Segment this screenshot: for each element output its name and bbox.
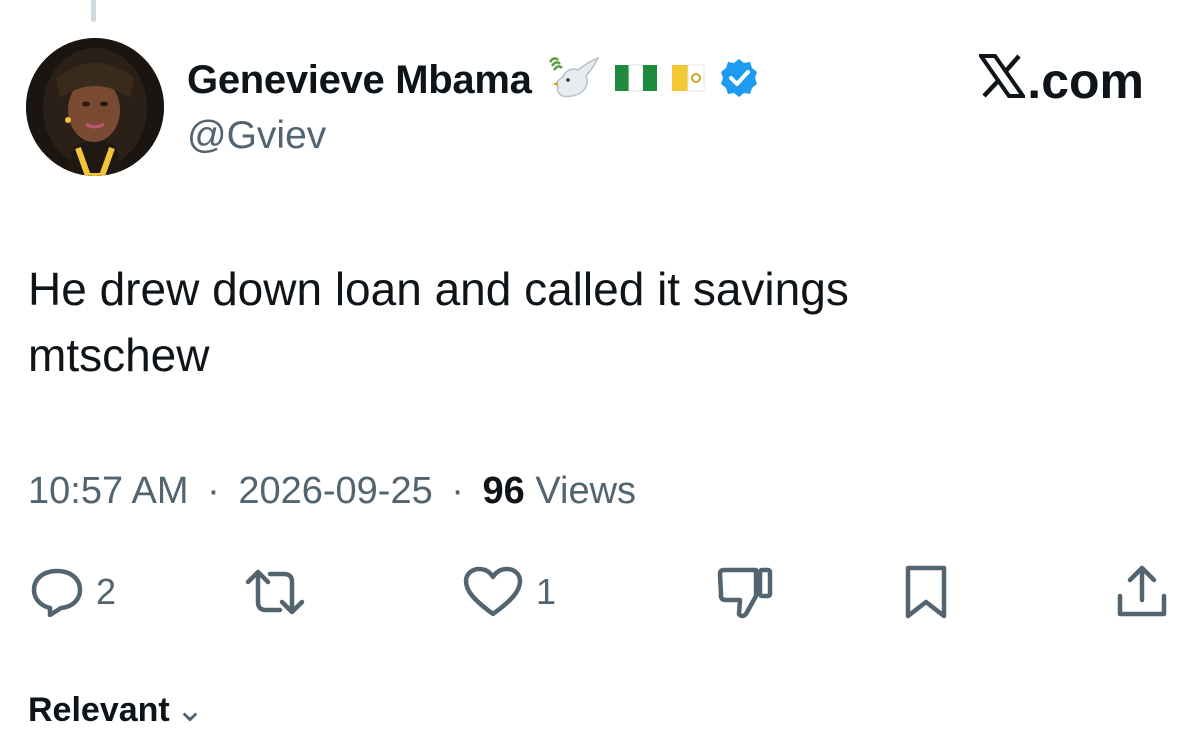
bookmark-icon: [902, 564, 950, 620]
vatican-flag-emoji: [670, 62, 706, 99]
like-count: 1: [536, 571, 557, 612]
reply-icon: [30, 567, 84, 617]
author-display-name[interactable]: Genevieve Mbama: [187, 58, 532, 103]
bookmark-button[interactable]: [902, 560, 950, 624]
views-label: Views: [535, 470, 637, 512]
meta-separator: ·: [207, 470, 220, 512]
like-button[interactable]: 1: [462, 560, 556, 624]
sort-label: Relevant: [28, 691, 170, 729]
dislike-button[interactable]: [716, 560, 774, 624]
replies-sort-dropdown[interactable]: Relevant ⌄: [28, 690, 204, 730]
tweet-action-bar: 2 1: [0, 560, 1200, 624]
share-icon: [1114, 564, 1170, 620]
tweet-date[interactable]: 2026-09-25: [238, 470, 432, 512]
dove-emoji: [544, 52, 602, 109]
heart-icon: [462, 566, 524, 618]
tweet-text: He drew down loan and called it savings …: [28, 256, 1168, 388]
thumbs-down-icon: [716, 564, 774, 620]
brand-domain: .com: [1027, 53, 1144, 109]
share-button[interactable]: [1114, 560, 1170, 624]
thread-connector-line: [91, 0, 96, 22]
verified-badge-icon[interactable]: [718, 57, 760, 104]
views-count: 96: [482, 470, 525, 512]
author-handle[interactable]: @Gviev: [187, 114, 326, 158]
repost-icon: [244, 566, 306, 618]
avatar-image: [26, 38, 164, 176]
brand-watermark: .com: [977, 52, 1144, 110]
tweet-text-line: mtschew: [28, 329, 210, 381]
tweet-meta: 10:57 AM · 2026-09-25 · 96 Views: [28, 470, 636, 513]
reply-count: 2: [96, 571, 117, 612]
tweet-time[interactable]: 10:57 AM: [28, 470, 189, 512]
nigeria-flag-emoji: [614, 62, 658, 99]
repost-button[interactable]: [244, 560, 306, 624]
avatar[interactable]: [26, 38, 164, 176]
x-logo-icon: [977, 52, 1028, 110]
reply-button[interactable]: 2: [30, 560, 116, 624]
tweet-text-line: He drew down loan and called it savings: [28, 263, 849, 315]
author-name-row: Genevieve Mbama: [187, 54, 760, 106]
chevron-down-icon: ⌄: [175, 691, 205, 729]
meta-separator: ·: [451, 470, 464, 512]
